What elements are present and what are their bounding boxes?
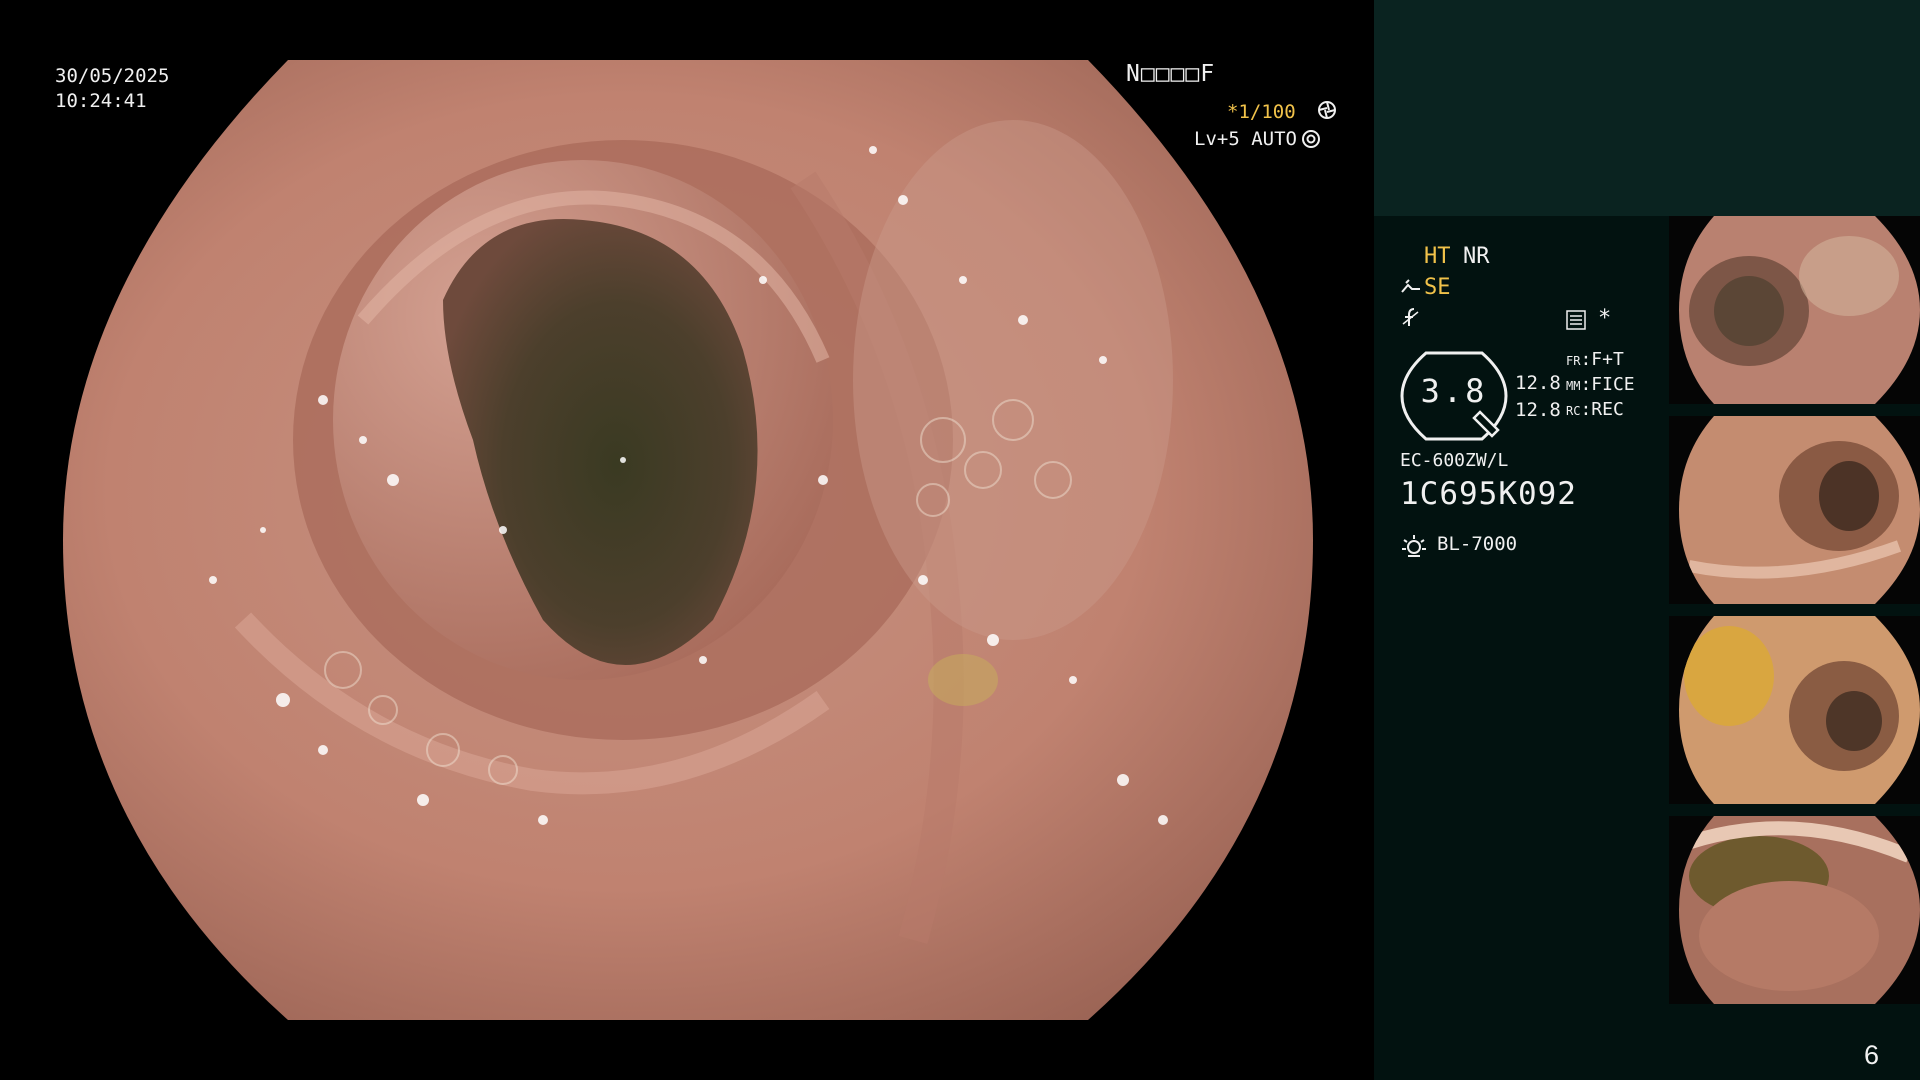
captured-image-thumbnail-1[interactable] [1669, 216, 1920, 404]
scope-tip-icon [1401, 279, 1420, 293]
rc-value: :REC [1580, 399, 1624, 420]
aperture-icon [1318, 101, 1336, 119]
nr-indicator: NR [1463, 244, 1490, 269]
light-source-model: BL-7000 [1437, 533, 1518, 555]
rc-label: RC [1566, 404, 1581, 418]
ht-indicator: HT [1424, 244, 1451, 269]
shutter-speed-readout: *1/100 [1227, 101, 1296, 123]
date-readout: 30/05/2025 [55, 65, 170, 87]
zoom-value: 3.8 [1420, 372, 1488, 410]
fr-label: FR [1566, 354, 1581, 368]
endoscopic-image [63, 60, 1313, 1020]
captured-image-thumbnail-3[interactable] [1669, 616, 1920, 804]
iris-icon [1302, 130, 1320, 148]
f-signal-icon [1402, 308, 1419, 326]
fr-value: :F+T [1580, 349, 1624, 370]
se-indicator: SE [1424, 275, 1451, 300]
captured-image-thumbnail-2[interactable] [1669, 416, 1920, 604]
light-source-icon [1402, 535, 1426, 557]
mm-label: MM [1566, 379, 1581, 393]
mm-value: :FICE [1580, 374, 1635, 395]
scope-model: EC-600ZW/L [1400, 450, 1509, 471]
endoscope-live-view [63, 60, 1313, 1020]
rc-setting: RC:REC [1566, 399, 1624, 420]
mode-code-readout: N□□□□F [1126, 61, 1216, 87]
mm-setting: MM:FICE [1566, 374, 1635, 395]
value-readout-2: 12.8 [1515, 399, 1561, 421]
fr-setting: FR:F+T [1566, 349, 1624, 370]
captured-image-thumbnail-4[interactable] [1669, 816, 1920, 1004]
exposure-level-readout: Lv+5 AUTO [1194, 128, 1297, 150]
time-readout: 10:24:41 [55, 90, 147, 112]
star-indicator: * [1598, 306, 1612, 331]
scope-serial-number: 1C695K092 [1400, 476, 1577, 512]
value-readout-1: 12.8 [1515, 372, 1561, 394]
list-icon [1566, 310, 1586, 330]
page-number: 6 [1864, 1040, 1880, 1070]
info-panel-header [1374, 0, 1920, 216]
